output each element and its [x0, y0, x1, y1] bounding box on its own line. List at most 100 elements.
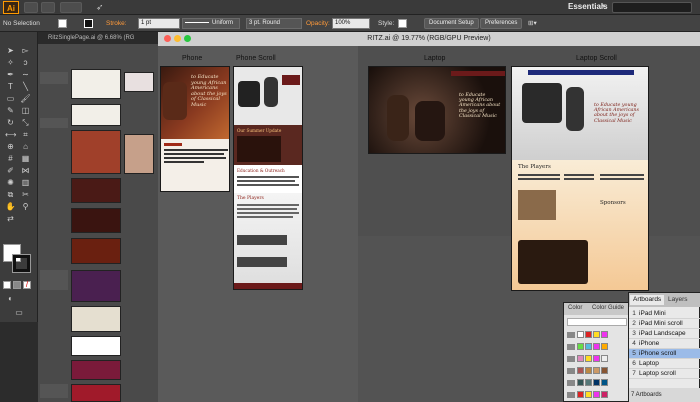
artboard-thumb[interactable] [71, 336, 121, 356]
gradient-icon[interactable]: ▦ [20, 154, 31, 164]
stroke-swatch[interactable] [84, 19, 93, 28]
screen-mode-icon[interactable]: ▭ [12, 308, 26, 318]
swatch-group[interactable] [567, 355, 609, 365]
zoom-icon[interactable]: ⚲ [20, 202, 31, 212]
opacity-label[interactable]: Opacity: [306, 18, 330, 29]
graphic-style-swatch[interactable] [398, 19, 407, 28]
shape-builder-icon[interactable]: ⊕ [5, 142, 16, 152]
artboard-phone[interactable]: to Educate young African Americans about… [160, 66, 230, 192]
brush-definition[interactable]: 3 pt. Round [246, 18, 302, 29]
bridge-icon[interactable] [24, 2, 38, 13]
pencil-icon[interactable]: ✎ [5, 106, 16, 116]
graph-icon[interactable]: ▥ [20, 178, 31, 188]
artboard-thumb[interactable] [71, 130, 121, 174]
preferences-button[interactable]: Preferences [480, 18, 523, 29]
arrange-documents-icon[interactable] [60, 2, 82, 13]
artboard-label-laptop-scroll[interactable]: Laptop Scroll [576, 55, 617, 62]
draw-mode-icon[interactable]: ◐ [5, 294, 16, 304]
tab-color[interactable]: Color [568, 305, 582, 311]
tab-artboards[interactable]: Artboards [630, 295, 665, 305]
artboard-list-item[interactable]: 5 iPhone scroll [629, 349, 700, 359]
artboard-thumb[interactable] [71, 178, 121, 203]
rectangle-icon[interactable]: ▭ [5, 94, 16, 104]
type-icon[interactable]: T [5, 82, 16, 92]
artboard-list-item[interactable]: 6 Laptop [629, 359, 700, 369]
artboard-thumb[interactable] [71, 306, 121, 332]
line-icon[interactable]: ╲ [20, 82, 31, 92]
left-document-tab[interactable]: RitzSinglePage.ai @ 6.68% (RG [38, 32, 158, 44]
gradient-mode-button[interactable] [13, 281, 21, 289]
variable-width-profile[interactable]: Uniform [182, 18, 240, 29]
lasso-icon[interactable]: ↄ [20, 58, 31, 68]
symbol-sprayer-icon[interactable]: ✺ [5, 178, 16, 188]
swatch-group[interactable] [567, 367, 609, 377]
swatch-group[interactable] [567, 391, 609, 401]
selection-tool-icon[interactable]: ➤ [5, 46, 16, 56]
swatch-group[interactable] [567, 379, 609, 389]
artboard-thumb[interactable] [71, 208, 121, 233]
magic-wand-icon[interactable]: ✧ [5, 58, 16, 68]
artboard-thumb[interactable] [124, 72, 154, 92]
zoom-window-button[interactable] [184, 35, 191, 42]
swatch-search-input[interactable] [567, 318, 627, 326]
document-setup-button[interactable]: Document Setup [424, 18, 479, 29]
curvature-icon[interactable]: ∼ [20, 70, 31, 80]
app-logo: Ai [3, 1, 19, 14]
artboard-thumb[interactable] [71, 360, 121, 380]
stroke-color-proxy[interactable] [12, 254, 31, 273]
swatch-group[interactable] [567, 343, 609, 353]
eraser-icon[interactable]: ◫ [20, 106, 31, 116]
artboard-list-item[interactable]: 3 iPad Landscape [629, 329, 700, 339]
minimize-window-button[interactable] [174, 35, 181, 42]
scale-icon[interactable]: ⤡ [20, 118, 31, 128]
artboard-label-phone-scroll[interactable]: Phone Scroll [236, 55, 276, 62]
free-transform-icon[interactable]: ⌗ [20, 130, 31, 140]
chevron-down-icon[interactable]: ▾ [602, 2, 606, 10]
hand-icon[interactable]: ✋ [5, 202, 16, 212]
align-icon[interactable]: ⊞▾ [528, 18, 537, 29]
tab-layers[interactable]: Layers [665, 295, 691, 305]
artboard-list-item[interactable]: 2 iPad Mini scroll [629, 319, 700, 329]
perspective-grid-icon[interactable]: ⌂ [20, 142, 31, 152]
artboard-tool-icon[interactable]: ⧉ [5, 190, 16, 200]
blend-icon[interactable]: ⋈ [20, 166, 31, 176]
stroke-label[interactable]: Stroke: [106, 18, 127, 29]
none-mode-button[interactable]: / [23, 281, 31, 289]
opacity-field[interactable]: 100% [332, 18, 370, 29]
artboard-thumb[interactable] [71, 104, 121, 126]
width-icon[interactable]: ⟷ [5, 130, 16, 140]
education-section: Education & Outreach [234, 165, 302, 193]
stroke-weight-field[interactable]: 1 pt [138, 18, 180, 29]
eyedropper-icon[interactable]: ✐ [5, 166, 16, 176]
paintbrush-icon[interactable]: 🖌 [20, 94, 31, 104]
artboard-thumb[interactable] [71, 69, 121, 99]
artboard-label-phone[interactable]: Phone [182, 55, 202, 62]
gpu-icon[interactable]: ➶ [96, 2, 104, 13]
rotate-icon[interactable]: ↻ [5, 118, 16, 128]
swatch-group[interactable] [567, 331, 609, 341]
artboard-thumb[interactable] [71, 270, 121, 302]
artboard-name: iPhone [639, 340, 660, 347]
artboard-thumb[interactable] [71, 238, 121, 264]
mesh-icon[interactable]: # [5, 154, 16, 164]
stock-icon[interactable] [41, 2, 55, 13]
artboard-thumb[interactable] [124, 134, 154, 174]
direct-selection-icon[interactable]: ▻ [20, 46, 31, 56]
pen-icon[interactable]: ✒ [5, 70, 16, 80]
artboard-list-item[interactable]: 7 Laptop scroll [629, 369, 700, 379]
tab-color-guide[interactable]: Color Guide [592, 305, 624, 311]
swap-colors-icon[interactable]: ⇄ [5, 214, 16, 224]
artboard-laptop-scroll[interactable]: to Educate young African Americans about… [511, 66, 649, 291]
artboard-list-item[interactable]: 1 iPad Mini [629, 309, 700, 319]
color-mode-button[interactable] [3, 281, 11, 289]
artboard-thumb[interactable] [71, 384, 121, 402]
search-input[interactable] [612, 2, 692, 13]
left-document-canvas[interactable] [38, 44, 158, 402]
artboard-label-laptop[interactable]: Laptop [424, 55, 445, 62]
close-window-button[interactable] [164, 35, 171, 42]
artboard-phone-scroll[interactable]: Our Summer Update Education & Outreach T… [233, 66, 303, 290]
artboard-list-item[interactable]: 4 iPhone [629, 339, 700, 349]
slice-icon[interactable]: ✂ [20, 190, 31, 200]
artboard-laptop[interactable]: to Educate young African Americans about… [368, 66, 506, 154]
fill-swatch[interactable] [58, 19, 67, 28]
